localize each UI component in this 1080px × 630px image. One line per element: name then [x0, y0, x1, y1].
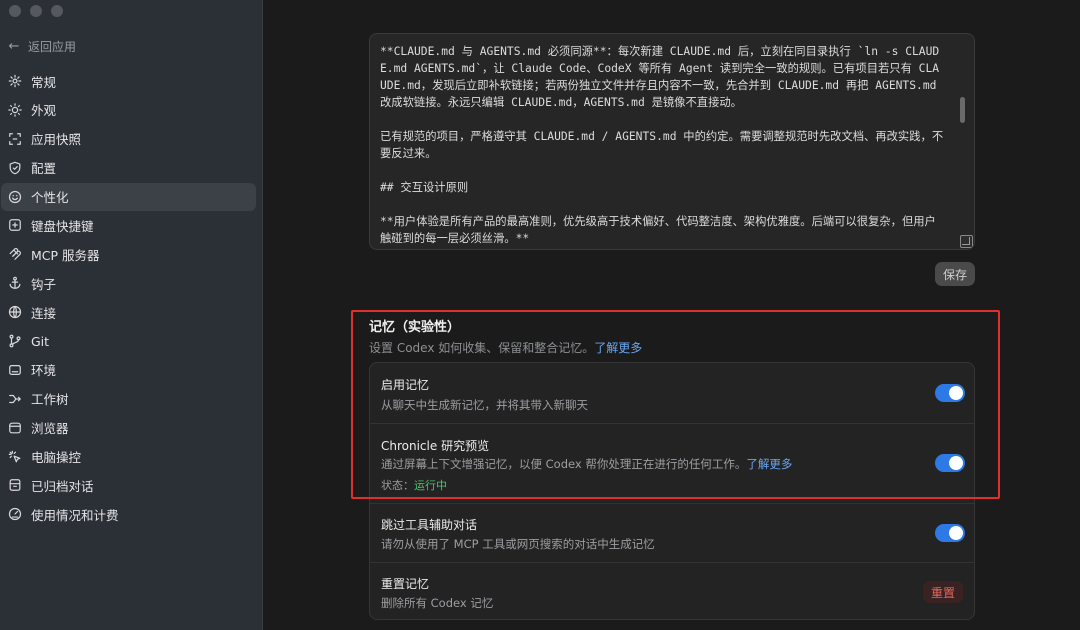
worktree-icon: [8, 392, 22, 406]
row-desc: 请勿从使用了 MCP 工具或网页搜索的对话中生成记忆: [381, 537, 655, 551]
sidebar-item-computer-control[interactable]: 电脑操控: [1, 443, 256, 471]
status-badge: 运行中: [414, 479, 447, 492]
browser-icon: [8, 421, 22, 435]
sidebar-item-label: 浏览器: [31, 421, 69, 437]
row-title: Chronicle 研究预览: [381, 439, 490, 453]
sidebar-item-label: Git: [31, 333, 50, 349]
row-title: 启用记忆: [381, 378, 430, 392]
editor-paragraph: ## 交互设计原则: [380, 181, 469, 194]
mcp-icon: [8, 247, 22, 261]
sidebar-item-label: MCP 服务器: [31, 247, 100, 263]
editor-paragraph: **用户体验是所有产品的最高准则，优先级高于技术偏好、代码整洁度、架构优雅度。后…: [380, 215, 936, 245]
sun-icon: [8, 103, 22, 117]
sidebar-item-label: 已归档对话: [31, 478, 94, 494]
keyboard-icon: [8, 218, 22, 232]
gauge-icon: [8, 507, 22, 521]
save-button[interactable]: 保存: [935, 262, 975, 286]
anchor-icon: [8, 276, 22, 290]
sidebar-item-mcp-servers[interactable]: MCP 服务器: [1, 240, 256, 268]
back-to-app-link[interactable]: ← 返回应用: [8, 37, 76, 55]
shield-icon: [8, 161, 22, 175]
row-desc: 从聊天中生成新记忆，并将其带入新聊天: [381, 398, 588, 412]
sidebar-item-app-snapshot[interactable]: 应用快照: [1, 125, 256, 153]
git-branch-icon: [8, 334, 22, 348]
row-desc: 删除所有 Codex 记忆: [381, 596, 494, 610]
chronicle-desc-text: 通过屏幕上下文增强记忆，以便 Codex 帮你处理正在进行的任何工作。: [381, 457, 747, 471]
status-label: 状态：: [381, 479, 414, 492]
memory-row-chronicle: Chronicle 研究预览 通过屏幕上下文增强记忆，以便 Codex 帮你处理…: [370, 424, 974, 504]
sidebar-item-label: 连接: [31, 305, 57, 321]
globe-icon: [8, 305, 22, 319]
sidebar-item-personalization[interactable]: 个性化: [1, 182, 256, 211]
smile-icon: [8, 190, 22, 204]
memory-row-enable: 启用记忆 从聊天中生成新记忆，并将其带入新聊天: [370, 363, 974, 424]
row-title: 重置记忆: [381, 577, 430, 591]
sidebar-item-label: 应用快照: [31, 132, 82, 148]
editor-paragraph: **CLAUDE.md 与 AGENTS.md 必须同源**：每次新建 CLAU…: [380, 45, 944, 109]
instructions-editor[interactable]: **CLAUDE.md 与 AGENTS.md 必须同源**：每次新建 CLAU…: [369, 33, 975, 250]
memory-section-desc: 设置 Codex 如何收集、保留和整合记忆。了解更多: [369, 339, 642, 356]
sidebar-item-label: 外观: [31, 103, 57, 119]
chronicle-status: 状态：运行中: [381, 477, 447, 493]
archive-icon: [8, 478, 22, 492]
sidebar-item-usage-billing[interactable]: 使用情况和计费: [1, 500, 256, 528]
close-window-button[interactable]: [9, 5, 21, 17]
row-desc: 通过屏幕上下文增强记忆，以便 Codex 帮你处理正在进行的任何工作。了解更多: [381, 456, 792, 472]
skip-tool-chats-toggle[interactable]: [935, 524, 965, 542]
sidebar-item-connections[interactable]: 连接: [1, 298, 256, 326]
window-controls: [9, 5, 63, 17]
memory-section-title: 记忆（实验性）: [369, 320, 461, 335]
chronicle-learn-more-link[interactable]: 了解更多: [746, 457, 792, 471]
arrow-left-icon: ←: [8, 38, 20, 54]
sidebar-item-keyboard-shortcuts[interactable]: 键盘快捷键: [1, 211, 256, 239]
chronicle-toggle[interactable]: [935, 454, 965, 472]
memory-row-reset: 重置记忆 删除所有 Codex 记忆 重置: [370, 563, 974, 619]
sidebar-item-worktree[interactable]: 工作树: [1, 385, 256, 413]
minimize-window-button[interactable]: [30, 5, 42, 17]
sidebar-item-appearance[interactable]: 外观: [1, 96, 256, 124]
sidebar-item-environment[interactable]: 环境: [1, 356, 256, 384]
memory-row-skip-tools: 跳过工具辅助对话 请勿从使用了 MCP 工具或网页搜索的对话中生成记忆: [370, 504, 974, 563]
editor-paragraph: 已有规范的项目，严格遵守其 CLAUDE.md / AGENTS.md 中的约定…: [380, 130, 944, 160]
gear-icon: [8, 74, 22, 88]
maximize-window-button[interactable]: [51, 5, 63, 17]
sidebar-item-hooks[interactable]: 钩子: [1, 269, 256, 297]
snapshot-icon: [8, 132, 22, 146]
sidebar-item-git[interactable]: Git: [1, 327, 256, 355]
sidebar-item-browser[interactable]: 浏览器: [1, 414, 256, 442]
sidebar-item-label: 使用情况和计费: [31, 507, 119, 523]
sidebar-item-label: 常规: [31, 74, 57, 90]
resize-handle-icon[interactable]: [960, 235, 973, 248]
sidebar-item-label: 电脑操控: [31, 450, 82, 466]
memory-settings-card: 启用记忆 从聊天中生成新记忆，并将其带入新聊天 Chronicle 研究预览 通…: [369, 362, 975, 620]
settings-nav: 常规 外观 应用快照 配置 个性化 键盘快捷键 MCP 服务器 钩子 连接 Gi…: [0, 67, 263, 529]
learn-more-link[interactable]: 了解更多: [594, 341, 642, 355]
row-title: 跳过工具辅助对话: [381, 518, 478, 532]
enable-memory-toggle[interactable]: [935, 384, 965, 402]
settings-main: **CLAUDE.md 与 AGENTS.md 必须同源**：每次新建 CLAU…: [264, 0, 1080, 630]
monitor-icon: [8, 363, 22, 377]
sidebar-item-general[interactable]: 常规: [1, 67, 256, 95]
sidebar-item-config[interactable]: 配置: [1, 154, 256, 182]
editor-scrollbar[interactable]: [960, 97, 965, 123]
sidebar-item-archived-chats[interactable]: 已归档对话: [1, 471, 256, 499]
reset-memory-button[interactable]: 重置: [923, 581, 963, 603]
sidebar-item-label: 钩子: [31, 276, 57, 292]
sidebar-item-label: 环境: [31, 363, 57, 379]
memory-desc-text: 设置 Codex 如何收集、保留和整合记忆。: [369, 341, 595, 355]
back-label: 返回应用: [28, 39, 77, 54]
sidebar-item-label: 键盘快捷键: [31, 218, 94, 234]
sidebar-item-label: 工作树: [31, 392, 69, 408]
settings-sidebar: ← 返回应用 常规 外观 应用快照 配置 个性化 键盘快捷键 MCP 服务器 钩…: [0, 0, 263, 630]
sidebar-item-label: 个性化: [31, 190, 69, 206]
cursor-click-icon: [8, 450, 22, 464]
sidebar-item-label: 配置: [31, 161, 57, 177]
